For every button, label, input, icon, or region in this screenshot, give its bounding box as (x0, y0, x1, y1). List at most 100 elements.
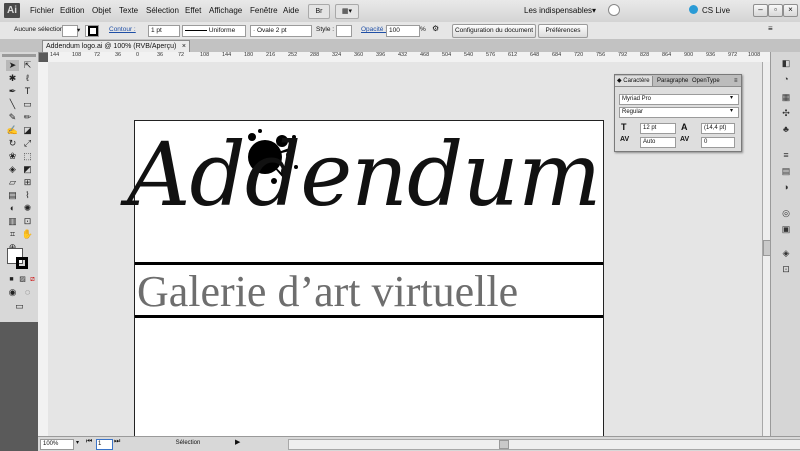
leading-field[interactable]: (14,4 pt) (701, 123, 735, 134)
first-artboard-icon[interactable]: ⏮ (86, 438, 92, 446)
hand-tool-icon[interactable]: ✋ (21, 229, 34, 240)
minimize-button[interactable]: – (753, 4, 768, 17)
panel-menu-icon[interactable]: ≡ (768, 24, 773, 33)
font-family-field[interactable]: Myriad Pro (619, 94, 739, 105)
screen-mode-icon[interactable]: ▭ (13, 301, 26, 312)
menu-selection[interactable]: Sélection (146, 6, 179, 15)
gradient-panel-icon[interactable]: ▤ (780, 166, 792, 177)
close-button[interactable]: × (783, 4, 798, 17)
draw-mode-icon[interactable]: ◉ (6, 287, 19, 298)
tracking-field[interactable]: 0 (701, 137, 735, 148)
next-artboard-icon[interactable]: ⏭ (114, 438, 120, 446)
paintbrush-tool-icon[interactable]: ✎ (6, 112, 19, 123)
chevron-down-icon[interactable]: ▾ (730, 94, 733, 101)
slice-tool-icon[interactable]: ⌗ (6, 229, 19, 240)
panel-grip[interactable] (2, 54, 36, 57)
pen-tool-icon[interactable]: ✒ (6, 86, 19, 97)
scroll-thumb[interactable] (499, 440, 509, 449)
tab-opentype[interactable]: OpenType (690, 76, 722, 86)
stroke-color-swatch[interactable] (16, 257, 28, 269)
kerning-field[interactable]: Auto (640, 137, 676, 148)
tab-character[interactable]: ◆ Caractère (615, 76, 653, 86)
style-swatch[interactable] (336, 25, 352, 37)
gradient-tool-icon[interactable]: ▤ (6, 190, 19, 201)
logo-subtitle[interactable]: Galerie d’art virtuelle (137, 267, 518, 317)
blend-tool-icon[interactable]: ◐ (6, 203, 19, 214)
lasso-tool-icon[interactable]: ℓ (21, 73, 34, 84)
menu-effet[interactable]: Effet (185, 6, 201, 15)
panel-menu-icon[interactable]: ≡ (732, 76, 740, 86)
symbol-sprayer-tool-icon[interactable]: ✺ (21, 203, 34, 214)
horizontal-scrollbar[interactable] (288, 439, 800, 450)
artboard[interactable]: Addendum Galerie d’art virtuelle (127, 120, 604, 436)
stroke-profile-field[interactable]: Uniforme (182, 25, 246, 37)
font-size-field[interactable]: 12 pt (640, 123, 676, 134)
stroke-swatch[interactable] (85, 25, 99, 37)
arrange-documents-button[interactable]: ▦▾ (335, 4, 359, 19)
menu-affichage[interactable]: Affichage (209, 6, 242, 15)
draw-behind-icon[interactable]: ◌ (21, 287, 34, 298)
search-icon[interactable] (608, 4, 620, 16)
scale-tool-icon[interactable]: ⤢ (21, 138, 34, 149)
type-tool-icon[interactable]: T (21, 86, 34, 97)
graph-tool-icon[interactable]: ▥ (6, 216, 19, 227)
opacity-field[interactable]: 100 (386, 25, 420, 37)
workspace-switcher[interactable]: Les indispensables (524, 6, 592, 15)
bridge-button[interactable]: Br (308, 4, 330, 19)
font-style-field[interactable]: Regular (619, 107, 739, 118)
mesh-tool-icon[interactable]: ⊞ (21, 177, 34, 188)
chevron-down-icon[interactable]: ▾ (76, 439, 79, 446)
artboard-tool-icon[interactable]: ⊡ (21, 216, 34, 227)
maximize-button[interactable]: ▫ (768, 4, 783, 17)
brush-field[interactable]: · Ovale 2 pt (250, 25, 312, 37)
chevron-down-icon[interactable]: ▾ (77, 26, 80, 34)
artboards-panel-icon[interactable]: ⊡ (780, 264, 792, 275)
graphic-styles-panel-icon[interactable]: ▣ (780, 224, 792, 235)
fill-swatch[interactable] (62, 25, 78, 37)
magic-wand-tool-icon[interactable]: ✱ (6, 73, 19, 84)
menu-fichier[interactable]: Fichier (30, 6, 54, 15)
blob-brush-tool-icon[interactable]: ✍ (6, 125, 19, 136)
document-tab[interactable]: Addendum logo.ai @ 100% (RVB/Aperçu) × (42, 40, 190, 52)
eyedropper-tool-icon[interactable]: ⌇ (21, 190, 34, 201)
play-icon[interactable]: ▶ (235, 438, 240, 446)
menu-edition[interactable]: Edition (60, 6, 84, 15)
appearance-panel-icon[interactable]: ◎ (780, 208, 792, 219)
live-paint-tool-icon[interactable]: ◩ (21, 164, 34, 175)
recolor-icon[interactable]: ⚙ (432, 24, 439, 33)
transparency-panel-icon[interactable]: ◑ (780, 182, 792, 193)
warp-tool-icon[interactable]: ❀ (6, 151, 19, 162)
menu-objet[interactable]: Objet (92, 6, 111, 15)
cs-live-menu[interactable]: CS Live (702, 6, 730, 15)
line-tool-icon[interactable]: ╲ (6, 99, 19, 110)
color-panel-icon[interactable]: ◧ (780, 58, 792, 69)
menu-fenetre[interactable]: Fenêtre (250, 6, 278, 15)
swatches-panel-icon[interactable]: ▦ (780, 92, 792, 103)
status-mode[interactable]: Sélection (138, 439, 238, 448)
free-transform-tool-icon[interactable]: ⬚ (21, 151, 34, 162)
chevron-down-icon[interactable]: ▾ (592, 6, 596, 15)
color-guide-icon[interactable]: ◔ (780, 74, 792, 85)
direct-selection-tool-icon[interactable]: ⇱ (21, 60, 34, 71)
stroke-label[interactable]: Contour : (109, 26, 136, 33)
tab-paragraph[interactable]: Paragraphe (655, 76, 693, 86)
preferences-button[interactable]: Préférences (538, 24, 588, 38)
document-setup-button[interactable]: Configuration du document (452, 24, 536, 38)
chevron-down-icon[interactable]: ▾ (730, 107, 733, 114)
shape-builder-tool-icon[interactable]: ◈ (6, 164, 19, 175)
stroke-panel-icon[interactable]: ≡ (780, 150, 792, 161)
menu-texte[interactable]: Texte (119, 6, 138, 15)
opacity-label[interactable]: Opacité : (361, 26, 387, 33)
zoom-level-field[interactable]: 100% (40, 439, 74, 450)
artboard-number-field[interactable]: 1 (96, 439, 113, 450)
eraser-tool-icon[interactable]: ◪ (21, 125, 34, 136)
brushes-panel-icon[interactable]: ✣ (780, 108, 792, 119)
layers-panel-icon[interactable]: ◈ (780, 248, 792, 259)
logo-title[interactable]: Addendum (127, 115, 601, 235)
stroke-weight-field[interactable]: 1 pt (148, 25, 180, 37)
rotate-tool-icon[interactable]: ↻ (6, 138, 19, 149)
symbols-panel-icon[interactable]: ♣ (780, 124, 792, 135)
rectangle-tool-icon[interactable]: ▭ (21, 99, 34, 110)
menu-aide[interactable]: Aide (283, 6, 299, 15)
perspective-grid-tool-icon[interactable]: ▱ (6, 177, 19, 188)
